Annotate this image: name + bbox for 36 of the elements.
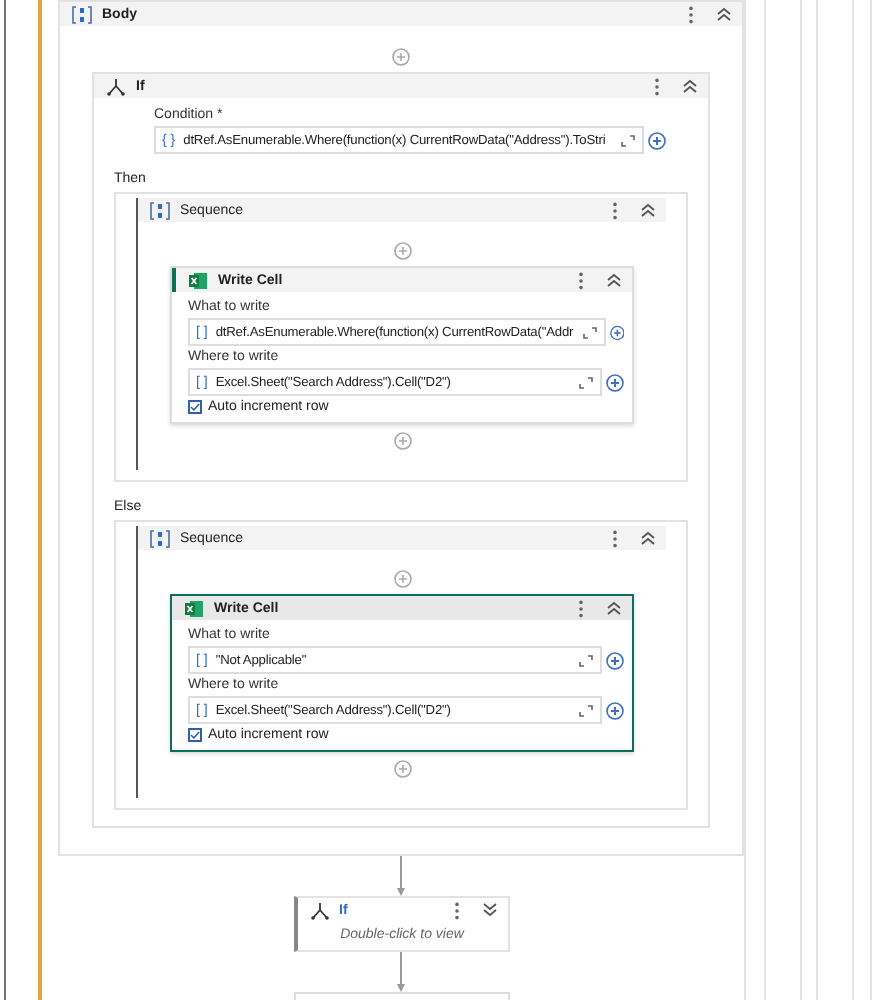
add-icon[interactable] [606,701,624,719]
more-icon[interactable] [654,77,660,95]
add-icon[interactable] [648,131,666,149]
checkbox[interactable] [188,400,202,414]
sequence-icon [150,201,170,219]
sequence-icon [72,5,92,23]
checkbox[interactable] [188,728,202,742]
more-icon[interactable] [453,901,459,919]
collapse-icon[interactable] [640,530,656,546]
collapse-icon[interactable] [606,600,622,616]
branch-icon [106,77,126,95]
add-icon[interactable] [606,651,624,669]
collapse-icon[interactable] [682,78,698,94]
collapse-icon[interactable] [606,272,622,288]
more-icon[interactable] [688,5,694,23]
add-icon[interactable] [606,373,624,391]
more-icon[interactable] [612,529,618,547]
expand-editor-icon[interactable] [620,133,636,147]
expand-editor-icon[interactable] [578,653,594,667]
connector-arrow [396,952,406,992]
sequence-icon [150,529,170,547]
more-icon[interactable] [578,271,584,289]
collapse-icon[interactable] [640,202,656,218]
add-icon[interactable] [609,323,624,341]
expand-editor-icon[interactable] [578,703,594,717]
more-icon[interactable] [578,599,584,617]
if-container[interactable] [92,72,710,828]
expand-icon[interactable] [481,902,497,918]
collapse-icon[interactable] [716,6,732,22]
expand-editor-icon[interactable] [581,325,598,339]
connector-arrow [396,856,406,896]
expand-editor-icon[interactable] [578,375,594,389]
branch-icon [309,901,329,919]
more-icon[interactable] [612,201,618,219]
spreadsheet-icon [188,271,208,289]
spreadsheet-icon [184,599,204,617]
